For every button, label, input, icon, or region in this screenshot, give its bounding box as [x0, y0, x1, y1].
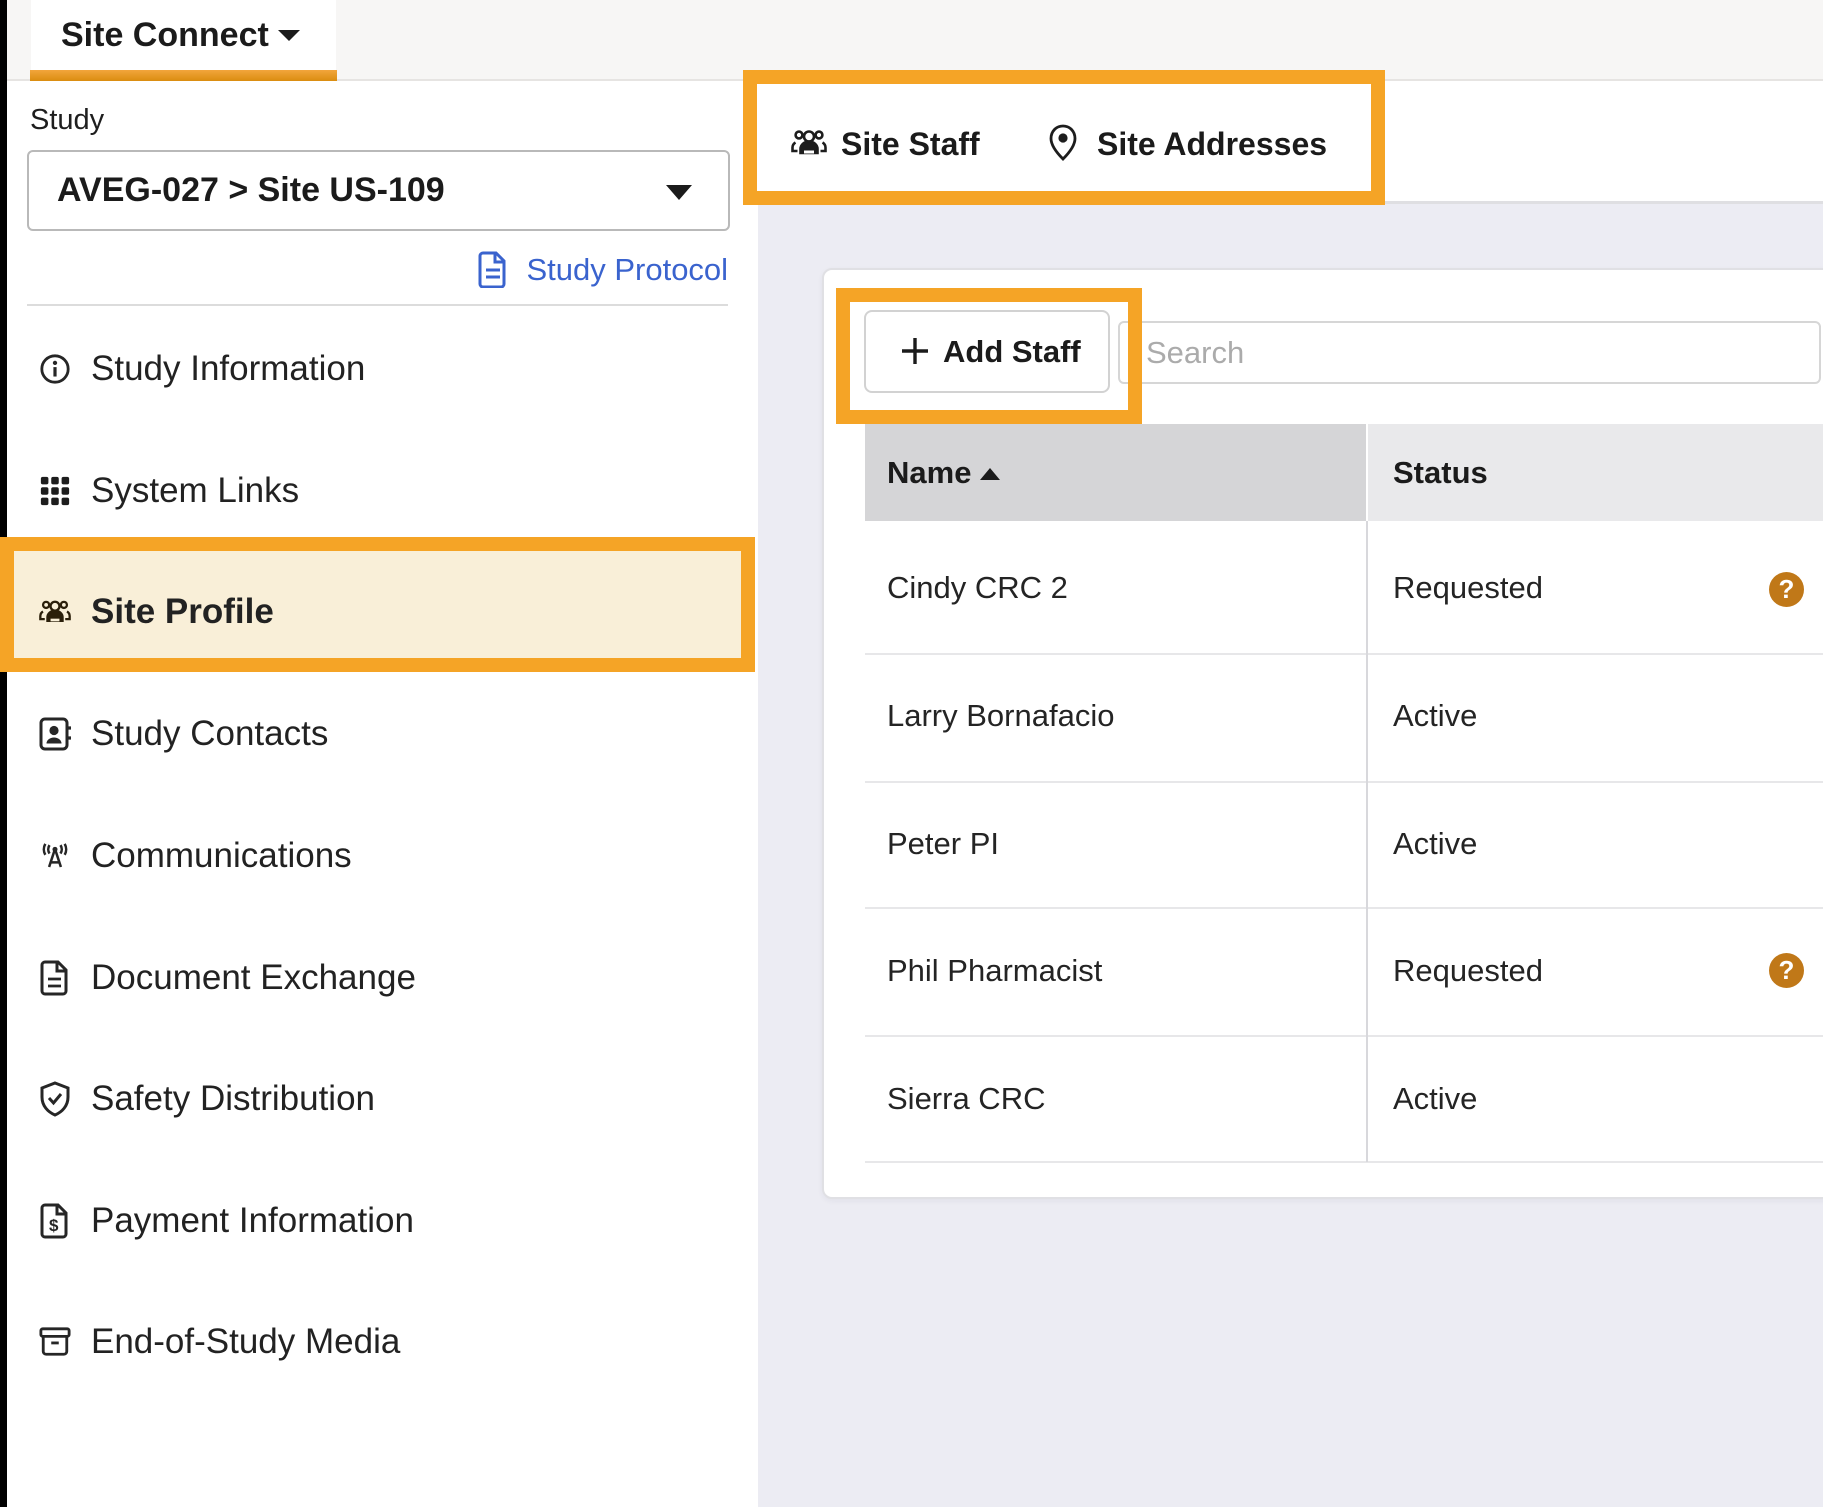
- svg-text:$: $: [49, 1216, 59, 1235]
